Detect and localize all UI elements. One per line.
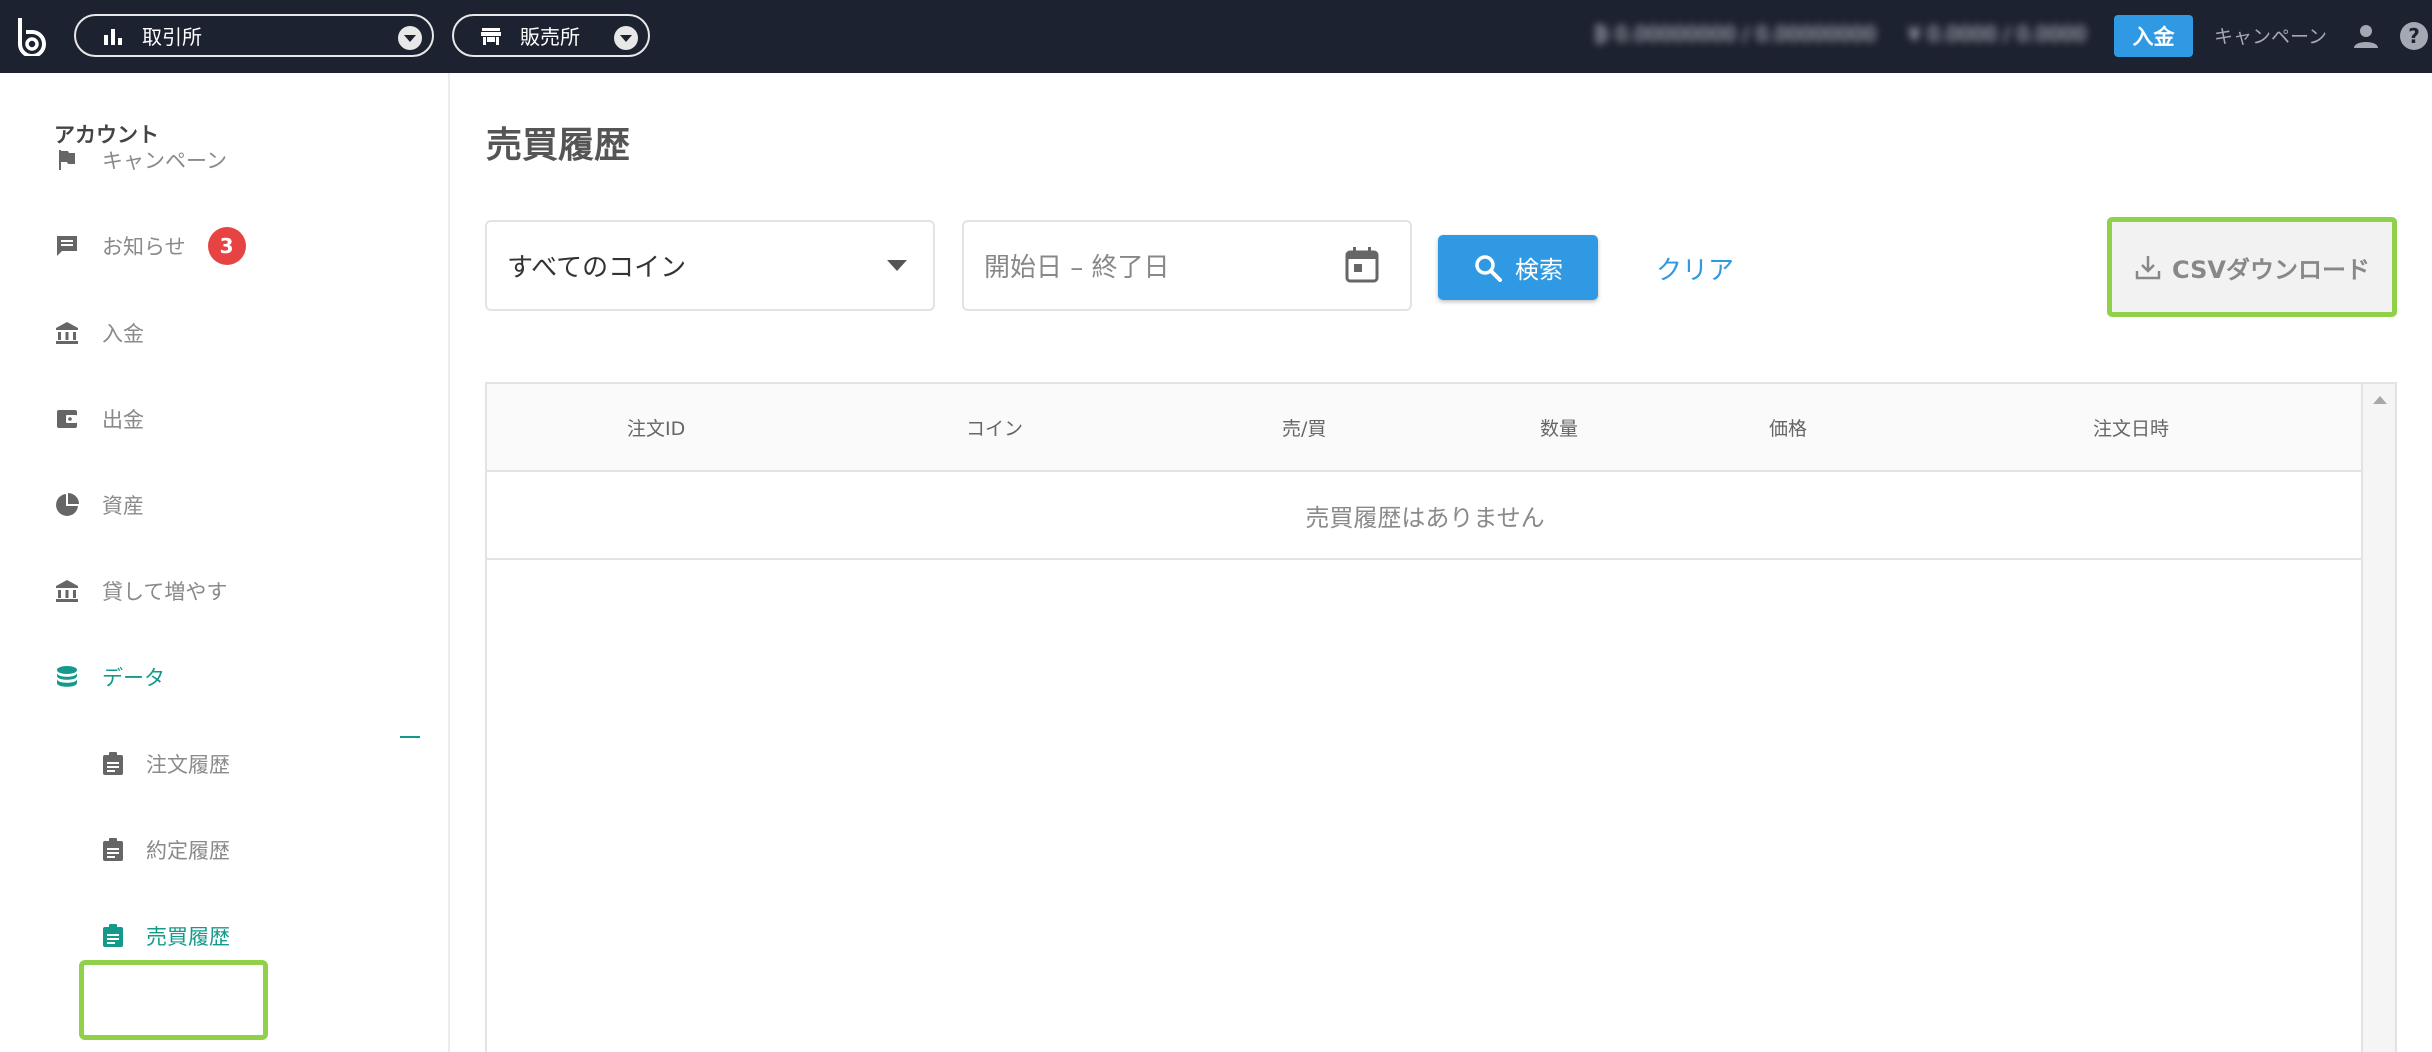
search-icon [1475,254,1502,282]
sidebar-item-assets[interactable]: 資産 [54,485,144,525]
top-navigation-bar: 取引所 販売所 ₿ 0.00000000 / 0.00000000 ¥ 0.00… [0,0,2432,73]
sidebar-subitem-label: 売買履歴 [146,925,230,949]
sidebar-item-label: 出金 [102,408,144,432]
search-button[interactable]: 検索 [1438,235,1598,300]
column-header-order-id[interactable]: 注文ID [627,414,685,441]
column-header-side[interactable]: 売/買 [1282,414,1326,441]
date-range-input[interactable]: 開始日 – 終了日 [962,220,1412,311]
empty-table-message: 売買履歴はありません [487,472,2363,560]
bank-icon [56,322,78,344]
account-sidebar: アカウント キャンペーン お知らせ 3 入金 出金 資産 貸して増やす データ … [0,73,450,1052]
sidebar-item-withdraw[interactable]: 出金 [54,399,144,439]
database-icon [57,666,77,687]
caret-down-icon [887,260,907,271]
clipboard-icon [103,752,123,775]
sidebar-item-data[interactable]: データ [54,657,165,697]
chevron-down-icon [614,26,638,50]
coin-select-value: すべてのコイン [507,253,687,283]
sidebar-subitem-sales-history[interactable]: 売買履歴 [100,916,230,956]
csv-download-label: CSVダウンロード [2172,255,2370,284]
sidebar-item-label: 入金 [102,322,144,346]
column-header-coin[interactable]: コイン [966,414,1023,441]
bitbank-logo-icon[interactable] [14,16,50,56]
clipboard-icon [103,838,123,861]
sidebar-subitem-order-history[interactable]: 注文履歴 [100,744,230,784]
exchange-dropdown[interactable]: 取引所 [74,14,434,57]
scroll-up-icon[interactable] [2373,396,2387,404]
sales-history-table: 注文ID コイン 売/買 数量 価格 注文日時 売買履歴はありません [485,382,2397,1052]
clear-button[interactable]: クリア [1656,250,1734,287]
download-icon [2135,256,2161,280]
svg-text:?: ? [2408,24,2420,48]
sidebar-item-label: 資産 [102,494,144,518]
calendar-icon[interactable] [1344,246,1380,284]
csv-download-button[interactable]: CSVダウンロード [2107,217,2397,317]
bar-chart-icon [104,28,122,45]
pie-chart-icon [56,493,79,516]
sidebar-item-lending[interactable]: 貸して増やす [54,571,227,611]
column-header-price[interactable]: 価格 [1769,414,1807,441]
wallet-icon [57,410,77,428]
bank-icon [56,580,78,602]
page-title: 売買履歴 [486,125,631,166]
store-label: 販売所 [520,25,580,49]
store-dropdown[interactable]: 販売所 [452,14,650,57]
store-icon [481,27,501,45]
sidebar-item-deposit[interactable]: 入金 [54,313,144,353]
table-header: 注文ID コイン 売/買 数量 価格 注文日時 [487,384,2363,472]
table-scrollbar[interactable] [2361,384,2395,1052]
deposit-button[interactable]: 入金 [2114,15,2193,57]
message-icon [57,236,77,256]
column-header-amount[interactable]: 数量 [1540,414,1578,441]
sidebar-item-label: データ [102,666,165,690]
clipboard-icon [103,924,123,947]
btc-balance: ₿ 0.00000000 / 0.00000000 [1594,22,1877,46]
sidebar-subitem-label: 注文履歴 [146,753,230,777]
sidebar-item-campaign[interactable]: キャンペーン [54,140,227,180]
sidebar-item-label: キャンペーン [102,149,227,173]
notification-count-badge: 3 [207,227,246,265]
yen-balance: ¥ 0.0000 / 0.0000 [1908,22,2087,46]
help-icon[interactable]: ? [2398,20,2430,52]
exchange-label: 取引所 [142,25,202,49]
highlight-sales-history [79,960,268,1040]
flag-icon [59,150,75,170]
sidebar-item-notifications[interactable]: お知らせ 3 [54,226,246,266]
collapse-icon[interactable] [400,736,420,738]
sidebar-item-label: 貸して増やす [102,580,228,604]
column-header-order-date[interactable]: 注文日時 [2093,414,2169,441]
campaign-link[interactable]: キャンペーン [2214,22,2327,49]
coin-select[interactable]: すべてのコイン [485,220,935,311]
user-icon[interactable] [2352,22,2380,50]
date-range-placeholder: 開始日 – 終了日 [984,253,1170,283]
sidebar-subitem-label: 約定履歴 [146,839,230,863]
search-button-label: 検索 [1515,256,1563,284]
chevron-down-icon [398,26,422,50]
sidebar-subitem-trade-history[interactable]: 約定履歴 [100,830,230,870]
sidebar-item-label: お知らせ [102,235,186,259]
